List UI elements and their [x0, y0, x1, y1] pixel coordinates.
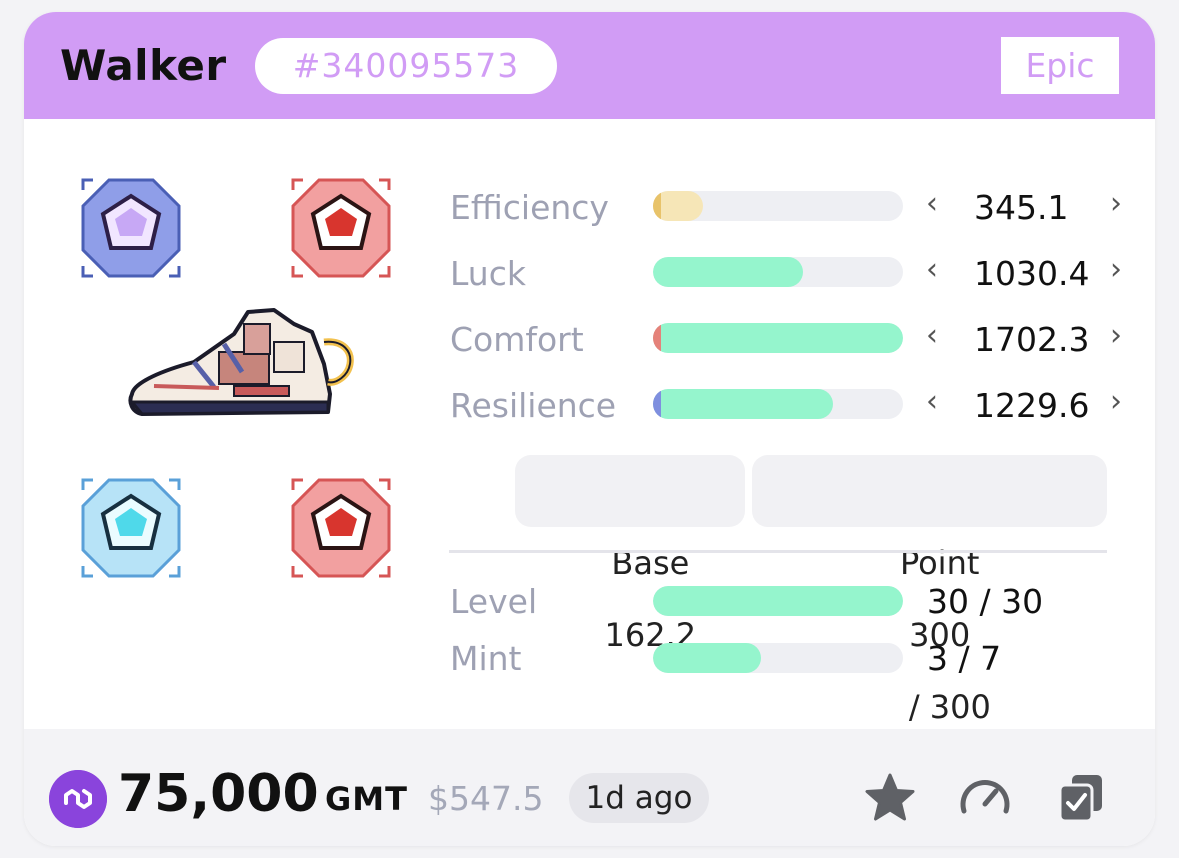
level-label: Level — [450, 582, 538, 621]
stat-bar-marker — [653, 323, 661, 353]
increase-button[interactable]: › — [1110, 316, 1122, 356]
purple-gem-icon[interactable] — [81, 178, 181, 278]
increase-button[interactable]: › — [1110, 184, 1122, 224]
red-gem-icon[interactable] — [291, 178, 391, 278]
polygon-icon — [49, 770, 107, 828]
sneaker-type: Walker — [60, 41, 227, 90]
mint-bar-fill — [653, 643, 761, 673]
base-pill: Base 162.2 — [515, 455, 745, 654]
price-usd: $547.5 — [428, 779, 544, 818]
stat-label: Efficiency — [450, 188, 609, 227]
copy-check-icon[interactable] — [1054, 771, 1108, 825]
point-pill: Point 300 / 300 — [752, 455, 1107, 726]
point-max: / 300 — [908, 688, 991, 726]
sneaker-id-badge[interactable]: #340095573 — [255, 38, 557, 94]
stat-value: 1030.4 — [974, 254, 1090, 293]
stat-bar-fill — [653, 257, 803, 287]
stat-value: 1229.6 — [974, 386, 1090, 425]
price-unit: GMT — [325, 780, 408, 818]
stat-bar-fill — [653, 389, 833, 419]
star-icon[interactable] — [863, 771, 917, 825]
decrease-button[interactable]: ‹ — [926, 316, 938, 356]
red-gem-icon[interactable] — [291, 478, 391, 578]
rarity-badge: Epic — [1001, 37, 1119, 94]
stat-bar — [653, 257, 903, 287]
card-header: Walker #340095573 Epic — [24, 12, 1155, 119]
decrease-button[interactable]: ‹ — [926, 250, 938, 290]
stat-value: 345.1 — [974, 188, 1069, 227]
stat-bar — [653, 389, 903, 419]
speedometer-icon[interactable] — [958, 771, 1012, 825]
mint-bar — [653, 643, 903, 673]
decrease-button[interactable]: ‹ — [926, 184, 938, 224]
stat-label: Comfort — [450, 320, 584, 359]
listed-time-badge: 1d ago — [569, 773, 709, 823]
stat-bar — [653, 191, 903, 221]
price-value: 75,000 — [118, 764, 319, 824]
mint-value: 3 / 7 — [927, 639, 1002, 678]
increase-button[interactable]: › — [1110, 382, 1122, 422]
blue-gem-icon[interactable] — [81, 478, 181, 578]
stat-label: Resilience — [450, 386, 617, 425]
level-bar-fill — [653, 586, 903, 616]
card-footer: 75,000 GMT $547.5 1d ago — [24, 729, 1155, 846]
stat-bar-marker — [653, 389, 661, 419]
level-value: 30 / 30 — [927, 582, 1044, 621]
stat-bar-marker — [653, 191, 661, 221]
divider — [449, 550, 1107, 553]
stat-value: 1702.3 — [974, 320, 1090, 359]
sneaker-image — [128, 308, 354, 416]
mint-label: Mint — [450, 639, 522, 678]
level-bar — [653, 586, 903, 616]
decrease-button[interactable]: ‹ — [926, 382, 938, 422]
sneaker-card: Walker #340095573 Epic Efficiency ‹ 345.… — [24, 12, 1155, 846]
stat-bar-fill — [653, 323, 903, 353]
increase-button[interactable]: › — [1110, 250, 1122, 290]
stat-label: Luck — [450, 254, 526, 293]
stat-bar — [653, 323, 903, 353]
